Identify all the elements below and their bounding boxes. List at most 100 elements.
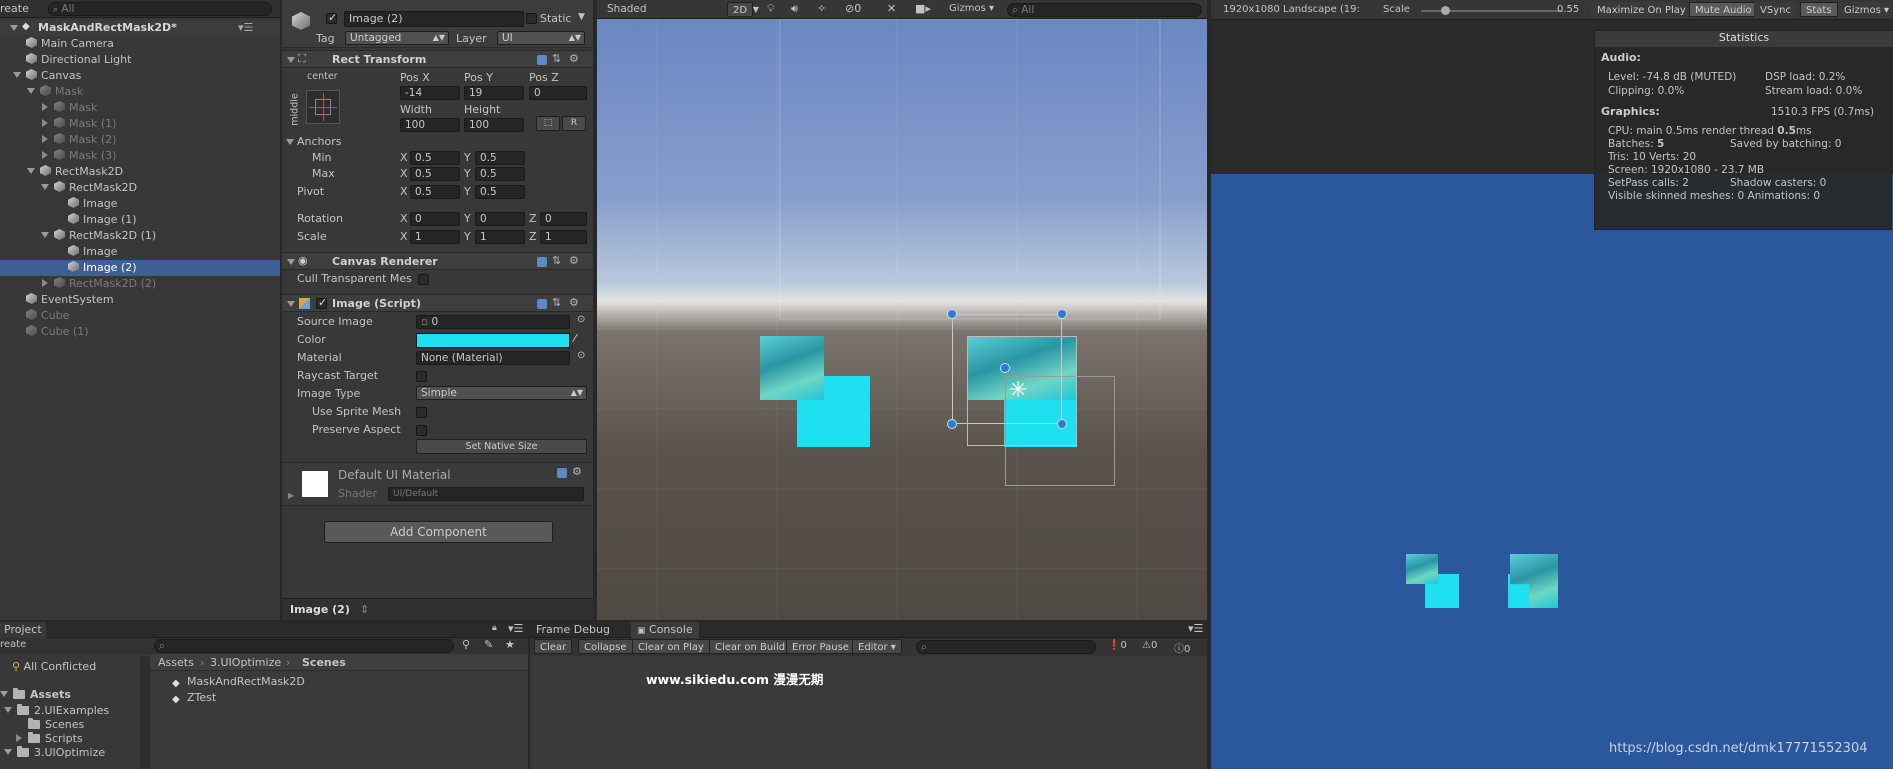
breadcrumb-uioptimize[interactable]: 3.UIOptimize bbox=[210, 656, 281, 669]
tab-frame-debug[interactable]: Frame Debug bbox=[530, 622, 616, 638]
blueprint-mode-button[interactable]: ⬚ bbox=[536, 116, 560, 131]
tree-item-uiexamples[interactable]: 2.UIExamples bbox=[4, 704, 109, 717]
rotation-y-field[interactable]: 0 bbox=[475, 212, 525, 226]
expand-arrow-icon[interactable] bbox=[27, 168, 35, 174]
editor-dropdown[interactable]: Editor ▾ bbox=[852, 639, 902, 654]
stats-button[interactable]: Stats bbox=[1800, 2, 1838, 17]
hierarchy-item[interactable]: EventSystem bbox=[0, 292, 280, 308]
help-book-icon[interactable] bbox=[537, 257, 547, 267]
rect-transform-header[interactable]: ⛶ Rect Transform ⇅ ⚙ bbox=[282, 50, 593, 68]
anchor-max-x-field[interactable]: 0.5 bbox=[410, 167, 460, 181]
anchor-max-y-field[interactable]: 0.5 bbox=[475, 167, 525, 181]
tab-console[interactable]: ▣ Console bbox=[631, 622, 699, 638]
scale-slider[interactable] bbox=[1421, 6, 1563, 15]
gizmos-dropdown[interactable]: Gizmos ▾ bbox=[949, 3, 994, 14]
preset-icon[interactable]: ⇅ bbox=[552, 296, 561, 309]
raw-edit-button[interactable]: R bbox=[562, 116, 586, 131]
collapse-arrow-icon[interactable] bbox=[42, 151, 48, 159]
gear-icon[interactable]: ⚙ bbox=[569, 254, 579, 267]
color-field[interactable] bbox=[416, 333, 570, 348]
hierarchy-item[interactable]: Mask (3) bbox=[0, 148, 280, 164]
tab-project[interactable]: Project bbox=[0, 622, 46, 638]
tree-item-uioptimize[interactable]: 3.UIOptimize bbox=[4, 746, 105, 759]
console-log-area[interactable]: www.sikiedu.com 漫漫无期 bbox=[530, 656, 1207, 769]
raycast-target-checkbox[interactable] bbox=[416, 371, 427, 382]
help-book-icon[interactable] bbox=[537, 299, 547, 309]
canvas-renderer-header[interactable]: ◉ Canvas Renderer ⇅ ⚙ bbox=[282, 252, 593, 270]
collapse-button[interactable]: Collapse bbox=[578, 639, 633, 654]
pos-z-field[interactable]: 0 bbox=[529, 86, 587, 100]
expand-arrow-icon[interactable] bbox=[0, 691, 8, 697]
resize-handle[interactable] bbox=[947, 309, 957, 319]
tools-icon[interactable]: ✕ bbox=[887, 2, 896, 15]
resize-handle[interactable] bbox=[1057, 309, 1067, 319]
pivot-x-field[interactable]: 0.5 bbox=[410, 185, 460, 199]
tag-dropdown[interactable]: Untagged ▲▼ bbox=[345, 31, 449, 45]
eyedropper-icon[interactable]: ⁄ bbox=[574, 332, 576, 345]
help-book-icon[interactable] bbox=[557, 468, 567, 478]
hierarchy-item[interactable]: Main Camera bbox=[0, 36, 280, 52]
static-dropdown-icon[interactable]: ▼ bbox=[578, 12, 585, 22]
file-item[interactable]: ◆ ZTest bbox=[172, 691, 216, 705]
hidden-objects-toggle[interactable]: ⊘0 bbox=[845, 2, 861, 15]
collapse-arrow-icon[interactable] bbox=[42, 103, 48, 111]
expand-arrow-icon[interactable] bbox=[10, 25, 18, 31]
assets-root[interactable]: Assets bbox=[0, 688, 71, 701]
resize-handle[interactable] bbox=[1057, 419, 1067, 429]
anchors-foldout-icon[interactable] bbox=[286, 139, 294, 145]
expand-arrow-icon[interactable] bbox=[41, 184, 49, 190]
lock-icon[interactable]: 🔒︎ bbox=[492, 623, 497, 633]
hierarchy-item[interactable]: Mask (1) bbox=[0, 116, 280, 132]
resize-handle[interactable] bbox=[947, 419, 957, 429]
scene-menu-icon[interactable]: ▾☰ bbox=[238, 21, 253, 34]
scene-viewport[interactable]: ✳ bbox=[597, 19, 1207, 620]
expand-arrow-icon[interactable] bbox=[41, 232, 49, 238]
static-checkbox[interactable] bbox=[526, 13, 537, 24]
pos-y-field[interactable]: 19 bbox=[464, 86, 524, 100]
mute-audio-button[interactable]: Mute Audio bbox=[1689, 2, 1758, 17]
scene-header[interactable]: ◆ MaskAndRectMask2D* ▾☰ bbox=[0, 20, 280, 36]
warning-toggle[interactable]: ⚠0 bbox=[1142, 640, 1157, 651]
all-conflicted-item[interactable]: ⚲ All Conflicted bbox=[12, 660, 96, 673]
error-pause-button[interactable]: Error Pause bbox=[786, 639, 855, 654]
layer-dropdown[interactable]: UI ▲▼ bbox=[497, 31, 585, 45]
collapse-arrow-icon[interactable] bbox=[42, 135, 48, 143]
foldout-arrow-icon[interactable] bbox=[287, 301, 295, 307]
hierarchy-search-input[interactable]: ⌕ All bbox=[48, 2, 272, 16]
preserve-aspect-checkbox[interactable] bbox=[416, 425, 427, 436]
resize-handle-icon[interactable]: ⇕ bbox=[360, 603, 369, 616]
width-field[interactable]: 100 bbox=[400, 118, 460, 132]
hierarchy-item[interactable]: Directional Light bbox=[0, 52, 280, 68]
pivot-y-field[interactable]: 0.5 bbox=[475, 185, 525, 199]
add-component-button[interactable]: Add Component bbox=[324, 521, 553, 543]
breadcrumb-scenes[interactable]: Scenes bbox=[302, 656, 346, 669]
anchor-min-y-field[interactable]: 0.5 bbox=[475, 151, 525, 165]
hierarchy-item[interactable]: Image bbox=[0, 244, 280, 260]
expand-arrow-icon[interactable] bbox=[13, 72, 21, 78]
preset-icon[interactable]: ⇅ bbox=[552, 254, 561, 267]
tab-menu-icon[interactable]: ▾☰ bbox=[508, 622, 523, 635]
clear-button[interactable]: Clear bbox=[534, 639, 573, 654]
hierarchy-item[interactable]: RectMask2D bbox=[0, 164, 280, 180]
active-checkbox[interactable] bbox=[326, 11, 337, 24]
camera-icon[interactable]: ■▸ bbox=[915, 2, 931, 15]
cull-transparent-checkbox[interactable] bbox=[418, 274, 429, 285]
expand-arrow-icon[interactable] bbox=[4, 749, 12, 755]
filter-type-icon[interactable]: ⚲ bbox=[462, 638, 470, 651]
expand-arrow-icon[interactable] bbox=[4, 707, 12, 713]
hierarchy-item[interactable]: Cube (1) bbox=[0, 324, 280, 340]
hierarchy-item[interactable]: RectMask2D bbox=[0, 180, 280, 196]
collapse-arrow-icon[interactable] bbox=[16, 734, 22, 742]
material-field[interactable]: None (Material) bbox=[416, 351, 570, 365]
effects-icon[interactable]: ✧ bbox=[817, 2, 826, 15]
hierarchy-create-button[interactable]: reate bbox=[0, 2, 29, 15]
hierarchy-item[interactable]: RectMask2D (1) bbox=[0, 228, 280, 244]
lighting-icon[interactable]: 💡︎ bbox=[767, 2, 775, 16]
object-picker-icon[interactable]: ⊙ bbox=[577, 350, 585, 361]
gear-icon[interactable]: ⚙ bbox=[569, 52, 579, 65]
breadcrumb-assets[interactable]: Assets bbox=[158, 656, 194, 669]
hierarchy-item[interactable]: Image (1) bbox=[0, 212, 280, 228]
object-picker-icon[interactable]: ⊙ bbox=[577, 314, 585, 325]
anchor-gizmo-icon[interactable]: ✳ bbox=[1009, 378, 1027, 403]
collapse-arrow-icon[interactable] bbox=[42, 119, 48, 127]
